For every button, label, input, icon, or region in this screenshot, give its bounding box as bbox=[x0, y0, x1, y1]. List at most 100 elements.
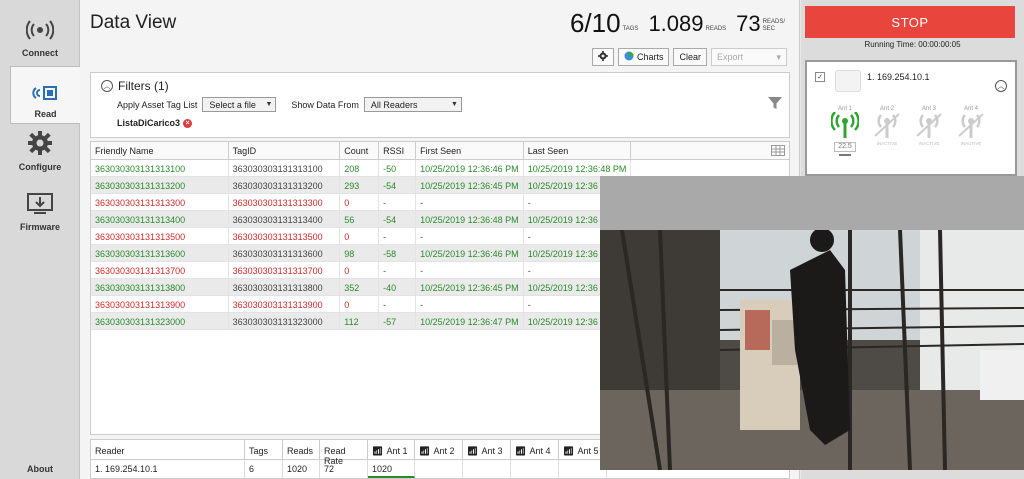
col-ant5-label: Ant 5 bbox=[577, 446, 599, 456]
show-data-from-value: All Readers bbox=[370, 99, 418, 110]
row-count: 208 bbox=[340, 160, 380, 176]
tags-unit: TAGS bbox=[622, 26, 639, 32]
nav-read[interactable]: Read bbox=[10, 66, 80, 124]
col-reader[interactable]: Reader bbox=[91, 440, 245, 459]
tags-count: 6/10 bbox=[569, 8, 621, 38]
filters-header[interactable]: ︿ Filters (1) bbox=[101, 79, 169, 93]
row-count: 0 bbox=[340, 296, 380, 312]
stop-button[interactable]: STOP bbox=[805, 6, 1015, 38]
reader-rate: 72 bbox=[320, 460, 368, 478]
camera-scene-image bbox=[600, 230, 1024, 470]
row-rssi: -57 bbox=[379, 313, 417, 329]
gear-icon bbox=[597, 51, 608, 63]
rate-unit: READS/SEC bbox=[763, 19, 785, 36]
remove-filter-icon[interactable]: × bbox=[183, 118, 193, 128]
table-row[interactable]: 363030303131313100 363030303131313100 208-… bbox=[91, 160, 789, 177]
reads-unit: READS bbox=[705, 26, 727, 32]
col-count[interactable]: Count bbox=[340, 142, 380, 159]
antenna-2[interactable]: Ant 2 INACTIVE bbox=[869, 106, 905, 146]
col-rssi[interactable]: RSSI bbox=[379, 142, 417, 159]
broadcast-icon bbox=[25, 20, 55, 44]
col-ant4[interactable]: 📶︎ Ant 4 bbox=[511, 440, 559, 459]
col-tags[interactable]: Tags bbox=[245, 440, 283, 459]
row-count: 0 bbox=[340, 228, 380, 244]
reader-name: 1. 169.254.10.1 bbox=[91, 460, 245, 478]
filters-panel: ︿ Filters (1) Apply Asset Tag List Selec… bbox=[90, 72, 790, 138]
settings-button[interactable] bbox=[591, 48, 614, 66]
col-ant1[interactable]: 📶︎ Ant 1 bbox=[368, 440, 415, 459]
toolbar: Charts Clear Export ▾ bbox=[591, 48, 787, 66]
row-first-seen: 10/25/2019 12:36:45 PM bbox=[416, 177, 524, 193]
chevron-up-icon[interactable]: ︿ bbox=[101, 80, 113, 92]
antenna-2-status: INACTIVE bbox=[876, 141, 898, 146]
row-tagid: 363030303131313300 bbox=[229, 194, 341, 210]
row-tagid: 363030303131313800 bbox=[229, 279, 341, 295]
show-data-from-dropdown[interactable]: All Readers ▼ bbox=[363, 97, 462, 112]
antenna-icon: 📶︎ bbox=[515, 446, 527, 456]
reader-checkbox[interactable]: ✓ bbox=[815, 72, 825, 82]
col-friendly-name[interactable]: Friendly Name bbox=[91, 142, 229, 159]
antenna-active-icon bbox=[827, 111, 863, 140]
nav-about[interactable]: About bbox=[0, 464, 80, 474]
row-rssi: - bbox=[379, 296, 417, 312]
col-first-seen[interactable]: First Seen bbox=[416, 142, 524, 159]
antenna-4[interactable]: Ant 4 INACTIVE bbox=[953, 106, 989, 146]
row-spacer bbox=[631, 160, 789, 176]
col-ant2[interactable]: 📶︎ Ant 2 bbox=[415, 440, 463, 459]
reads-stat: 1.089 READS bbox=[648, 12, 726, 36]
row-tagid: 363030303131313500 bbox=[229, 228, 341, 244]
filters-title: Filters (1) bbox=[118, 79, 169, 93]
download-monitor-icon bbox=[26, 192, 54, 218]
row-rssi: - bbox=[379, 194, 417, 210]
col-reads[interactable]: Reads bbox=[283, 440, 320, 459]
select-file-dropdown[interactable]: Select a file ▼ bbox=[202, 97, 277, 112]
show-data-from-label: Show Data From bbox=[291, 99, 359, 110]
col-ant2-label: Ant 2 bbox=[433, 446, 455, 456]
charts-button[interactable]: Charts bbox=[617, 48, 670, 66]
row-first-seen: - bbox=[416, 228, 524, 244]
pie-chart-icon bbox=[624, 51, 634, 63]
nav-connect[interactable]: Connect bbox=[0, 4, 80, 62]
rate-stat: 73 READS/SEC bbox=[736, 12, 785, 36]
funnel-icon[interactable] bbox=[767, 95, 783, 113]
row-count: 352 bbox=[340, 279, 380, 295]
col-ant3-label: Ant 3 bbox=[481, 446, 503, 456]
nav-configure[interactable]: Configure bbox=[0, 118, 80, 176]
rate-unit-line1: READS/ bbox=[762, 19, 785, 25]
row-rssi: -40 bbox=[379, 279, 417, 295]
chevron-up-icon[interactable]: ︿ bbox=[995, 80, 1007, 92]
col-read-rate[interactable]: Read Rate bbox=[320, 440, 368, 466]
nav-firmware[interactable]: Firmware bbox=[0, 178, 80, 236]
row-friendly-name: 363030303131313600 bbox=[91, 245, 229, 261]
row-count: 98 bbox=[340, 245, 380, 261]
row-first-seen: 10/25/2019 12:36:46 PM bbox=[416, 245, 524, 261]
row-friendly-name: 363030303131313100 bbox=[91, 160, 229, 176]
antenna-3[interactable]: Ant 3 INACTIVE bbox=[911, 106, 947, 146]
row-tagid: 363030303131313600 bbox=[229, 245, 341, 261]
col-ant3[interactable]: 📶︎ Ant 3 bbox=[463, 440, 511, 459]
row-tagid: 363030303131323000 bbox=[229, 313, 341, 329]
chevron-down-icon: ▾ bbox=[776, 51, 781, 62]
tag-table-header: Friendly Name TagID Count RSSI First See… bbox=[91, 142, 789, 160]
antenna-1[interactable]: Ant 1 22.5 bbox=[827, 106, 863, 156]
col-tagid[interactable]: TagID bbox=[229, 142, 341, 159]
row-friendly-name: 363030303131313700 bbox=[91, 262, 229, 278]
row-friendly-name: 363030303131313400 bbox=[91, 211, 229, 227]
column-chooser-icon[interactable] bbox=[770, 145, 785, 158]
col-last-seen[interactable]: Last Seen bbox=[524, 142, 632, 159]
select-file-value: Select a file bbox=[209, 99, 256, 110]
row-rssi: - bbox=[379, 228, 417, 244]
export-dropdown[interactable]: Export ▾ bbox=[711, 48, 787, 66]
reader-card: ✓ 1. 169.254.10.1 ︿ Ant 1 22.5 Ant 2 INA… bbox=[805, 60, 1017, 176]
reader-reads: 1020 bbox=[283, 460, 320, 478]
clear-button[interactable]: Clear bbox=[673, 48, 707, 66]
video-overlay-top bbox=[600, 176, 1024, 230]
filters-row: Apply Asset Tag List Select a file ▼ Sho… bbox=[117, 97, 462, 112]
left-nav: Connect Read Configure Firmware About bbox=[0, 0, 80, 479]
antenna-1-power[interactable]: 22.5 bbox=[834, 142, 856, 152]
antenna-1-bar bbox=[839, 154, 851, 156]
row-first-seen: 10/25/2019 12:36:46 PM bbox=[416, 160, 524, 176]
row-first-seen: 10/25/2019 12:36:47 PM bbox=[416, 313, 524, 329]
row-friendly-name: 363030303131313800 bbox=[91, 279, 229, 295]
reader-ant2 bbox=[415, 460, 463, 478]
